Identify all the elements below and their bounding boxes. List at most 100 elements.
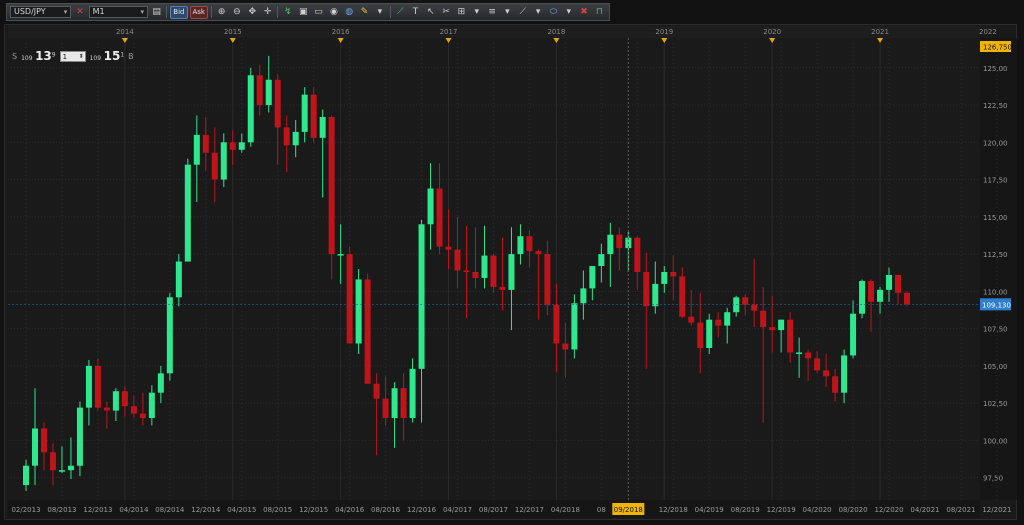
bullish-candle[interactable] [148, 392, 155, 419]
bullish-candle[interactable] [247, 75, 254, 143]
bearish-candle[interactable] [679, 276, 686, 317]
bearish-candle[interactable] [202, 134, 209, 153]
bullish-candle[interactable] [193, 134, 200, 165]
bullish-candle[interactable] [166, 297, 173, 374]
bearish-candle[interactable] [823, 370, 830, 377]
bearish-candle[interactable] [895, 274, 902, 293]
bearish-candle[interactable] [562, 343, 569, 350]
bullish-candle[interactable] [427, 188, 434, 225]
bearish-candle[interactable] [40, 428, 47, 453]
bearish-candle[interactable] [751, 304, 758, 311]
sell-price[interactable]: 109 139 [21, 49, 56, 63]
bearish-candle[interactable] [211, 152, 218, 180]
bullish-candle[interactable] [238, 142, 245, 150]
bullish-candle[interactable] [841, 355, 848, 393]
bearish-candle[interactable] [760, 310, 767, 328]
candlestick-chart[interactable]: 2014 2015 2016 2017 2018 2019 2020 2021 2022 97,5… [0, 0, 1024, 525]
bearish-candle[interactable] [616, 234, 623, 249]
bullish-candle[interactable] [319, 116, 326, 138]
bearish-candle[interactable] [49, 452, 56, 471]
bullish-candle[interactable] [85, 365, 92, 408]
bearish-candle[interactable] [535, 251, 542, 255]
bearish-candle[interactable] [436, 188, 443, 247]
bullish-candle[interactable] [607, 234, 614, 255]
bearish-candle[interactable] [382, 398, 389, 419]
bearish-candle[interactable] [688, 316, 695, 323]
bullish-candle[interactable] [796, 352, 803, 354]
bearish-candle[interactable] [94, 365, 101, 408]
bullish-candle[interactable] [31, 428, 38, 466]
bullish-candle[interactable] [220, 142, 227, 180]
bearish-candle[interactable] [229, 142, 236, 150]
bearish-candle[interactable] [346, 254, 353, 344]
bullish-candle[interactable] [652, 283, 659, 307]
bullish-candle[interactable] [508, 254, 515, 290]
bullish-candle[interactable] [112, 391, 119, 411]
bullish-candle[interactable] [877, 289, 884, 302]
bearish-candle[interactable] [697, 322, 704, 348]
bullish-candle[interactable] [292, 131, 299, 146]
bullish-candle[interactable] [706, 319, 713, 348]
bullish-candle[interactable] [355, 279, 362, 344]
bullish-candle[interactable] [175, 261, 182, 298]
bearish-candle[interactable] [490, 255, 497, 287]
bearish-candle[interactable] [130, 406, 137, 414]
bullish-candle[interactable] [580, 288, 587, 304]
bearish-candle[interactable] [526, 236, 533, 252]
bullish-candle[interactable] [850, 313, 857, 356]
bullish-candle[interactable] [661, 271, 668, 284]
bearish-candle[interactable] [805, 352, 812, 359]
bullish-candle[interactable] [337, 254, 344, 256]
bearish-candle[interactable] [499, 286, 506, 290]
bullish-candle[interactable] [23, 465, 29, 486]
bullish-candle[interactable] [301, 94, 308, 132]
bearish-candle[interactable] [283, 127, 290, 146]
bearish-candle[interactable] [670, 271, 677, 277]
bearish-candle[interactable] [274, 79, 281, 128]
bearish-candle[interactable] [139, 413, 146, 419]
bullish-candle[interactable] [409, 368, 416, 419]
bearish-candle[interactable] [634, 237, 641, 272]
bullish-candle[interactable] [391, 388, 398, 419]
bearish-candle[interactable] [400, 388, 407, 419]
bearish-candle[interactable] [868, 280, 875, 302]
bearish-candle[interactable] [787, 319, 794, 353]
bearish-candle[interactable] [445, 246, 452, 250]
buy-price[interactable]: 109 151 [90, 49, 125, 63]
bearish-candle[interactable] [832, 376, 839, 393]
bullish-candle[interactable] [481, 255, 488, 278]
bearish-candle[interactable] [553, 304, 560, 344]
bearish-candle[interactable] [544, 254, 551, 305]
bullish-candle[interactable] [778, 319, 785, 331]
bullish-candle[interactable] [58, 470, 65, 472]
bullish-candle[interactable] [733, 297, 740, 313]
bearish-candle[interactable] [814, 358, 821, 371]
bearish-candle[interactable] [373, 383, 380, 399]
bullish-candle[interactable] [571, 303, 578, 350]
bearish-candle[interactable] [472, 271, 479, 278]
bullish-candle[interactable] [724, 312, 731, 326]
bearish-candle[interactable] [643, 271, 650, 307]
bearish-candle[interactable] [328, 116, 335, 255]
bullish-candle[interactable] [157, 373, 164, 393]
bullish-candle[interactable] [418, 224, 425, 369]
bullish-candle[interactable] [76, 407, 83, 466]
bullish-candle[interactable] [184, 164, 191, 262]
bearish-candle[interactable] [742, 297, 749, 305]
bearish-candle[interactable] [904, 292, 910, 305]
lot-size-input[interactable]: 1 ⬍ [59, 50, 86, 62]
bullish-candle[interactable] [859, 280, 866, 314]
bearish-candle[interactable] [103, 407, 110, 411]
bearish-candle[interactable] [463, 270, 470, 272]
bearish-candle[interactable] [121, 391, 128, 407]
bullish-candle[interactable] [67, 465, 74, 471]
bullish-candle[interactable] [265, 79, 272, 106]
bullish-candle[interactable] [886, 274, 893, 290]
bullish-candle[interactable] [589, 266, 596, 289]
bearish-candle[interactable] [715, 319, 722, 326]
bullish-candle[interactable] [517, 236, 524, 255]
bullish-candle[interactable] [598, 254, 605, 267]
bearish-candle[interactable] [310, 94, 317, 138]
bearish-candle[interactable] [364, 279, 371, 384]
bearish-candle[interactable] [769, 327, 776, 331]
